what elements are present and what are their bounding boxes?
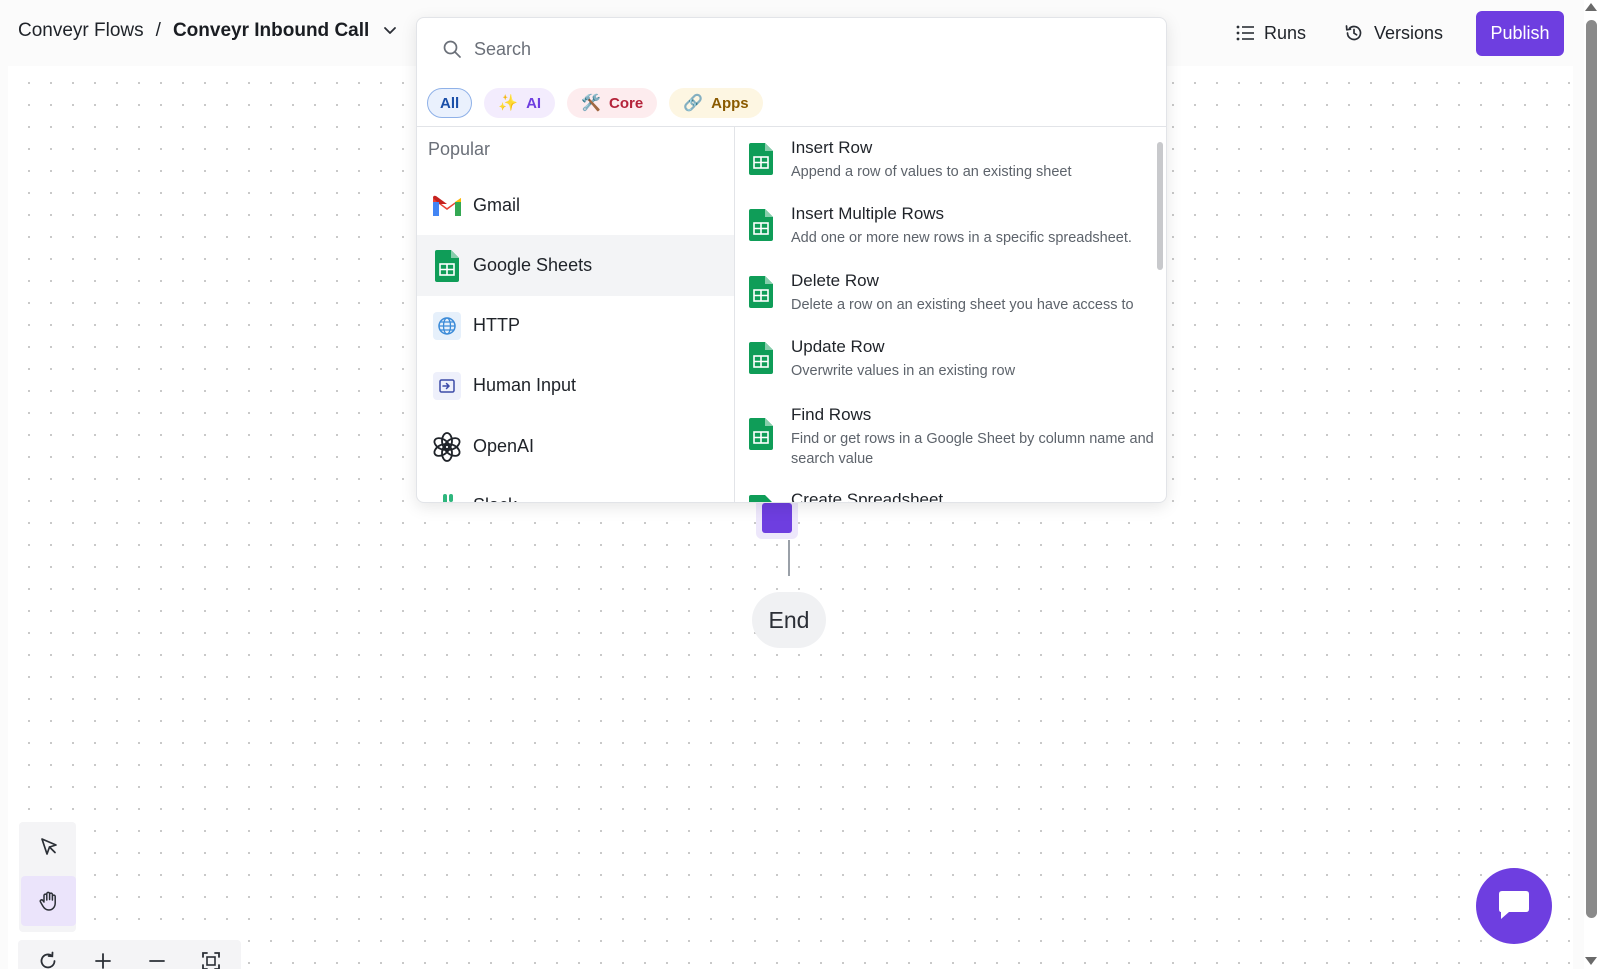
app-item-label: Gmail bbox=[473, 195, 521, 215]
app-item-slack[interactable]: Slack bbox=[417, 475, 734, 502]
end-node: End bbox=[752, 592, 826, 648]
action-title: Insert Multiple Rows bbox=[791, 204, 945, 223]
chip-core[interactable]: 🛠️ Core bbox=[567, 88, 658, 118]
chat-icon bbox=[1499, 891, 1529, 919]
breadcrumb-separator: / bbox=[155, 20, 161, 41]
step-node-icon bbox=[762, 503, 792, 533]
versions-label: Versions bbox=[1374, 22, 1444, 43]
flow-title[interactable]: Conveyr Inbound Call bbox=[173, 20, 369, 42]
zoom-in-button[interactable] bbox=[91, 950, 115, 969]
globe-icon bbox=[431, 310, 463, 342]
app-item-http[interactable]: HTTP bbox=[417, 295, 734, 356]
runs-button[interactable]: Runs bbox=[1236, 12, 1306, 54]
history-icon bbox=[1345, 25, 1362, 41]
chip-core-label: Core bbox=[609, 94, 644, 112]
cursor-arrow-icon bbox=[40, 838, 57, 855]
action-description: Delete a row on an existing sheet you ha… bbox=[791, 297, 1134, 313]
step-picker-popup: All ✨ AI 🛠️ Core 🔗 Apps Popular bbox=[416, 17, 1167, 503]
sparkles-icon: ✨ bbox=[498, 95, 519, 112]
action-title: Insert Row bbox=[791, 138, 873, 157]
action-item-delete-row[interactable]: Delete Row Delete a row on an existing s… bbox=[735, 260, 1166, 315]
action-description: Add one or more new rows in a specific s… bbox=[791, 230, 1132, 246]
step-node[interactable] bbox=[756, 497, 798, 539]
action-title: Update Row bbox=[791, 337, 885, 356]
chip-all[interactable]: All bbox=[427, 88, 473, 118]
action-item-update-row[interactable]: Update Row Overwrite values in an existi… bbox=[735, 326, 1166, 381]
app-list: Popular Gmail Google Sheets HTTP Human I… bbox=[417, 127, 734, 502]
chip-ai[interactable]: ✨ AI bbox=[484, 88, 556, 118]
chip-apps-label: Apps bbox=[711, 94, 749, 112]
google-sheets-icon bbox=[749, 276, 773, 308]
breadcrumb: Conveyr Flows / Conveyr Inbound Call bbox=[18, 20, 369, 42]
publish-button[interactable]: Publish bbox=[1476, 11, 1564, 56]
page-scrollbar-thumb[interactable] bbox=[1586, 20, 1597, 918]
minus-icon bbox=[149, 960, 165, 962]
app-item-gmail[interactable]: Gmail bbox=[417, 175, 734, 236]
search-icon bbox=[443, 40, 461, 58]
category-filter-chips: All ✨ AI 🛠️ Core 🔗 Apps bbox=[427, 88, 763, 118]
chevron-down-icon[interactable] bbox=[382, 22, 398, 38]
google-sheets-icon bbox=[749, 342, 773, 374]
app-item-google-sheets[interactable]: Google Sheets bbox=[417, 235, 734, 296]
section-label-popular: Popular bbox=[428, 139, 491, 159]
google-sheets-icon bbox=[749, 418, 773, 450]
slack-icon bbox=[431, 490, 463, 502]
picker-search-row bbox=[417, 18, 1166, 80]
action-title: Find Rows bbox=[791, 405, 872, 424]
link-icon: 🔗 bbox=[683, 95, 704, 112]
versions-button[interactable]: Versions bbox=[1344, 12, 1443, 54]
runs-label: Runs bbox=[1264, 22, 1307, 43]
hand-icon bbox=[39, 891, 56, 911]
google-sheets-icon bbox=[749, 143, 773, 175]
app-item-label: OpenAI bbox=[473, 436, 535, 456]
chip-all-label: All bbox=[440, 94, 460, 112]
chip-ai-label: AI bbox=[526, 94, 542, 112]
fit-screen-icon bbox=[202, 952, 220, 969]
fit-view-button[interactable] bbox=[199, 950, 223, 969]
google-sheets-icon bbox=[431, 249, 463, 282]
scroll-up-icon[interactable] bbox=[1585, 3, 1597, 11]
action-description: Append a row of values to an existing sh… bbox=[791, 164, 1072, 180]
app-item-human-input[interactable]: Human Input bbox=[417, 355, 734, 416]
action-title: Delete Row bbox=[791, 271, 879, 290]
google-sheets-icon bbox=[749, 495, 772, 502]
pan-tool-button[interactable] bbox=[21, 876, 76, 926]
flow-connector bbox=[788, 540, 790, 576]
google-sheets-icon bbox=[749, 209, 773, 241]
action-description: Overwrite values in an existing row bbox=[791, 363, 1016, 379]
action-item-insert-multiple-rows[interactable]: Insert Multiple Rows Add one or more new… bbox=[735, 193, 1166, 248]
openai-icon bbox=[431, 431, 463, 463]
action-title: Create Spreadsheet bbox=[791, 490, 944, 503]
action-list: Insert Row Append a row of values to an … bbox=[735, 127, 1166, 503]
action-description: Find or get rows in a Google Sheet by co… bbox=[791, 431, 1154, 467]
app-item-openai[interactable]: OpenAI bbox=[417, 416, 734, 477]
app-item-label: Slack bbox=[473, 495, 517, 502]
input-icon bbox=[431, 370, 463, 402]
chip-apps[interactable]: 🔗 Apps bbox=[669, 88, 763, 118]
zoom-out-button[interactable] bbox=[145, 950, 169, 969]
list-icon bbox=[1236, 25, 1254, 41]
action-list-scrollbar[interactable] bbox=[1157, 142, 1163, 270]
app-item-label: HTTP bbox=[473, 315, 520, 335]
tools-icon: 🛠️ bbox=[581, 95, 602, 112]
action-item-create-spreadsheet[interactable]: Create Spreadsheet bbox=[735, 479, 1166, 503]
breadcrumb-parent-link[interactable]: Conveyr Flows bbox=[18, 20, 144, 42]
gmail-icon bbox=[431, 190, 463, 222]
app-item-label: Human Input bbox=[473, 375, 577, 395]
action-item-insert-row[interactable]: Insert Row Append a row of values to an … bbox=[735, 127, 1166, 182]
plus-icon bbox=[95, 953, 111, 969]
search-input[interactable] bbox=[474, 38, 1074, 60]
reset-view-button[interactable] bbox=[36, 950, 60, 969]
chat-support-button[interactable] bbox=[1476, 868, 1552, 944]
scroll-down-icon[interactable] bbox=[1585, 957, 1597, 965]
action-item-find-rows[interactable]: Find Rows Find or get rows in a Google S… bbox=[735, 394, 1166, 469]
app-item-label: Google Sheets bbox=[473, 255, 593, 275]
refresh-icon bbox=[40, 951, 56, 969]
select-tool-button[interactable] bbox=[21, 822, 76, 872]
